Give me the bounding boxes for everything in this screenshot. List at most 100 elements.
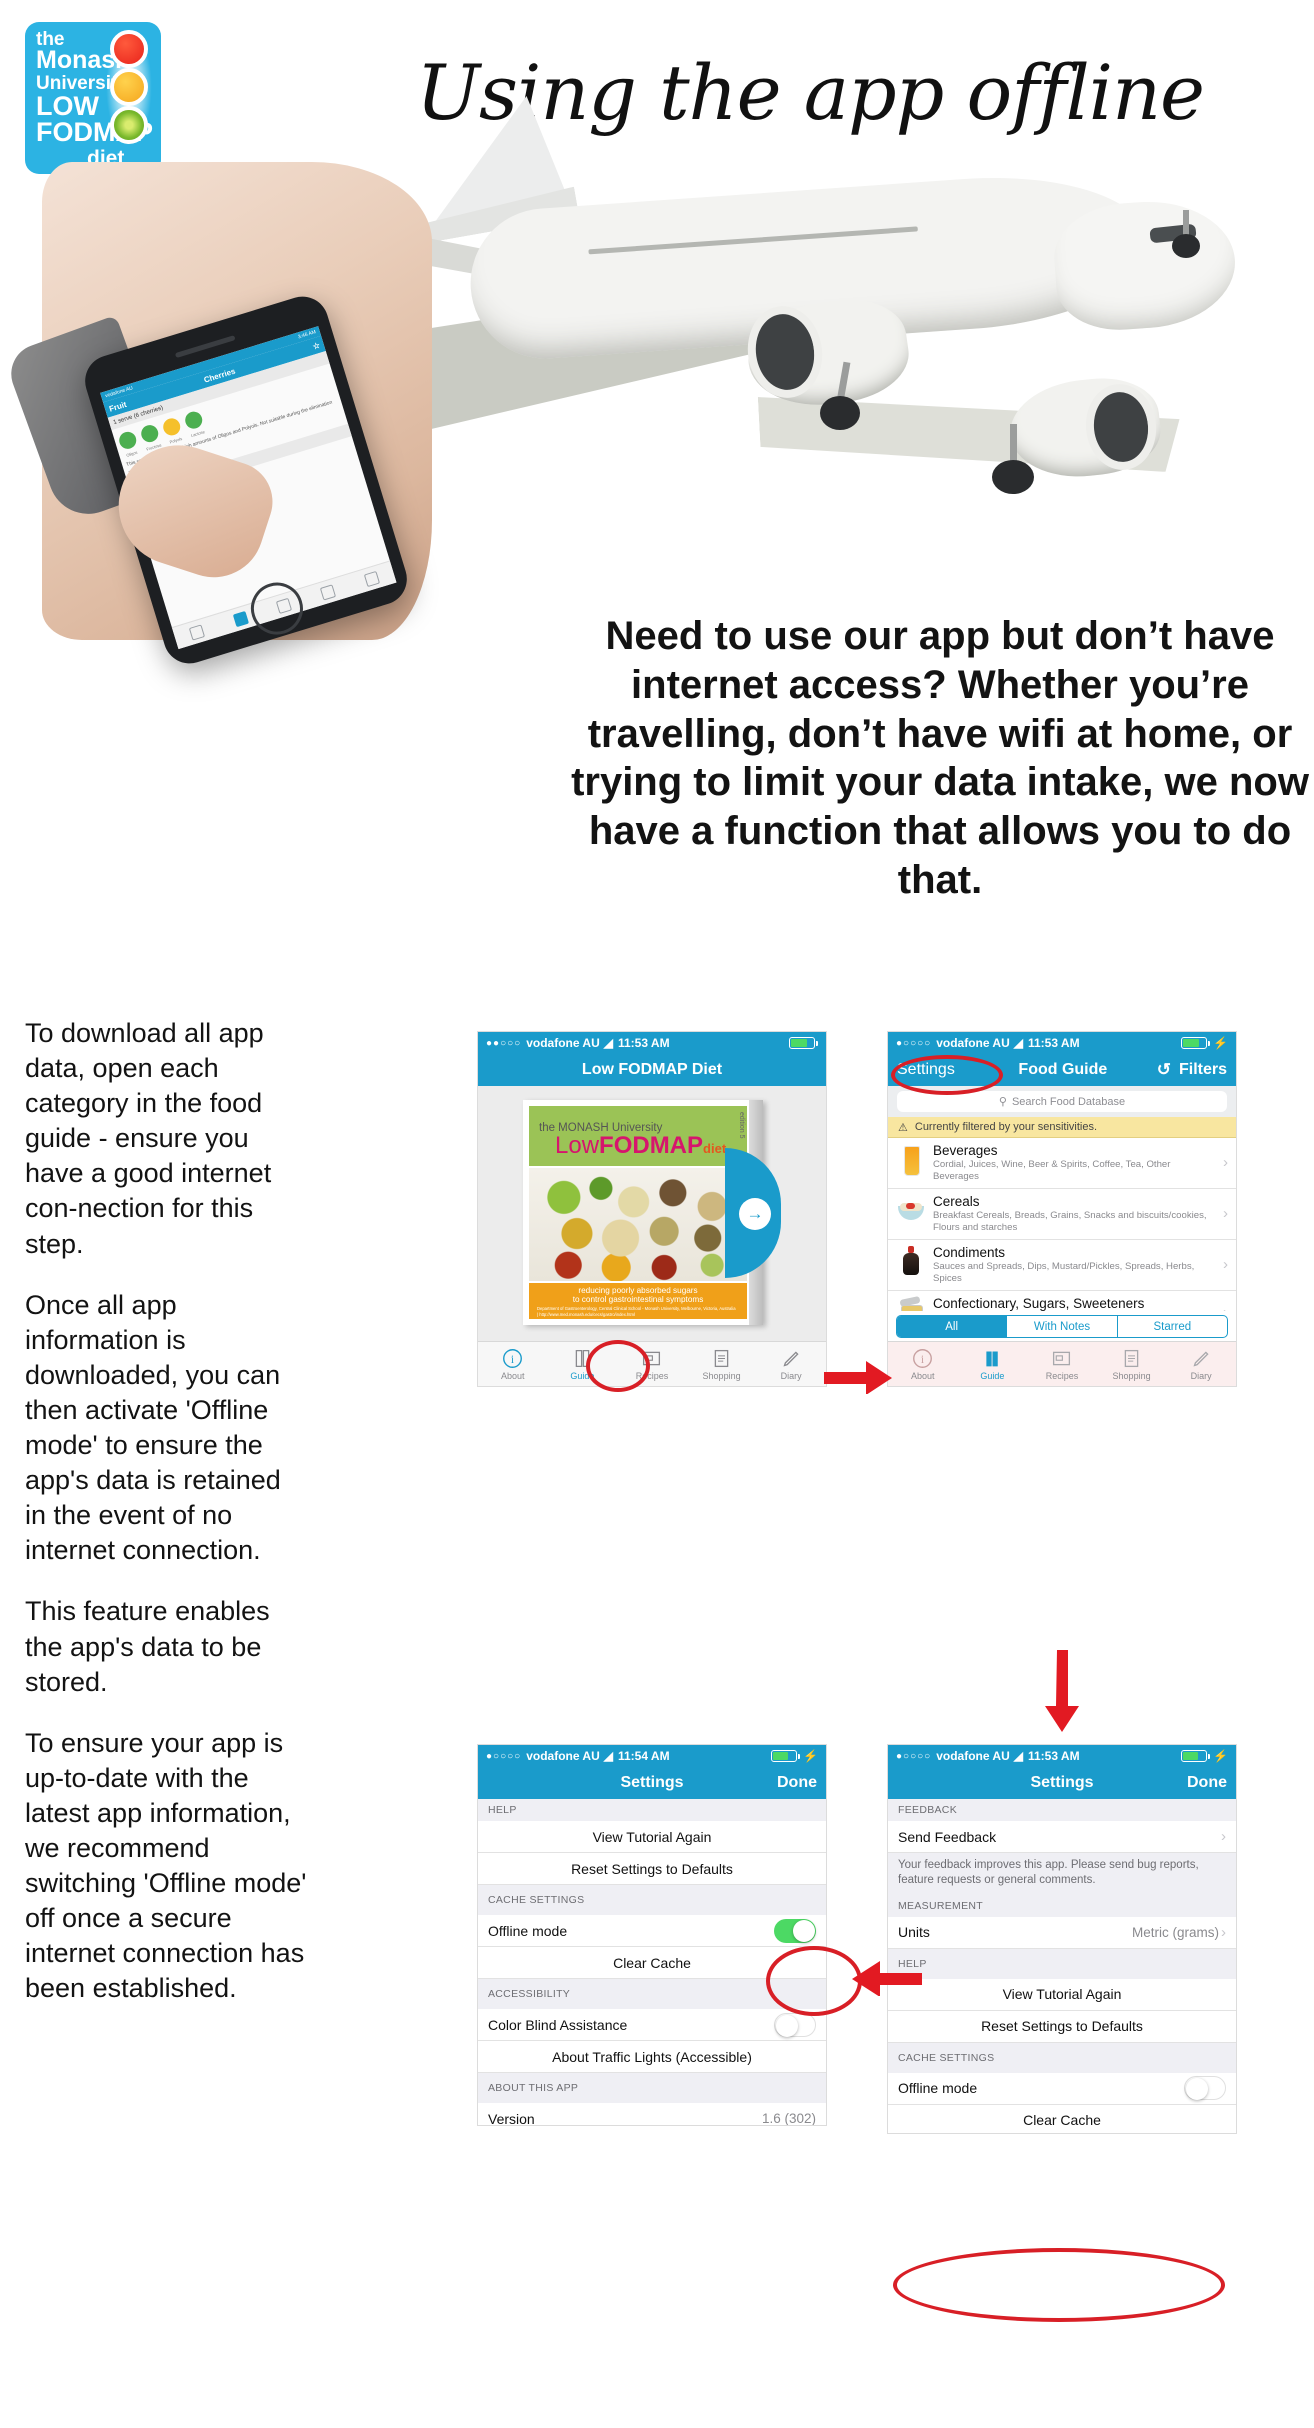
search-input[interactable]: ⚲ Search Food Database — [897, 1091, 1227, 1112]
carrier-label: vodafone AU — [936, 1036, 1010, 1050]
clock-label: 11:53 AM — [1028, 1036, 1080, 1050]
tab-label-shopping: Shopping — [702, 1370, 741, 1381]
section-header-help: HELP — [888, 1948, 1236, 1979]
nav-title: Low FODMAP Diet — [581, 1061, 723, 1078]
book-cover[interactable]: the MONASH University LowFODMAPdiet edit… — [523, 1100, 781, 1325]
pencil-icon — [783, 1350, 799, 1367]
search-bar[interactable]: ⚲ Search Food Database — [888, 1086, 1236, 1117]
category-desc: Cordial, Juices, Wine, Beer & Spirits, C… — [933, 1159, 1171, 1182]
refresh-icon[interactable]: ↺ — [1157, 1060, 1171, 1080]
category-desc: Sauces and Spreads, Dips, Mustard/Pickle… — [933, 1260, 1195, 1284]
nav-bar: Settings Done — [888, 1767, 1236, 1799]
list-icon — [1124, 1349, 1139, 1367]
tab-about[interactable]: i About — [888, 1342, 958, 1386]
tab-recipes[interactable]: Recipes — [617, 1342, 687, 1386]
book-title-band: the MONASH University LowFODMAPdiet edit… — [529, 1106, 747, 1166]
search-placeholder: Search Food Database — [1011, 1095, 1126, 1108]
segment-all[interactable]: All — [897, 1316, 1008, 1337]
row-label-version: Version — [488, 2110, 535, 2126]
row-about-traffic-lights[interactable]: About Traffic Lights (Accessible) — [478, 2041, 826, 2073]
wifi-icon: ◢ — [1013, 1749, 1023, 1763]
offline-mode-toggle[interactable] — [1184, 2076, 1226, 2101]
book-edition: edition 5 — [738, 1112, 745, 1139]
row-view-tutorial-again[interactable]: View Tutorial Again — [888, 1978, 1236, 2011]
status-bar: ●○○○○ vodafone AU ◢ 11:53 AM ⚡ — [888, 1032, 1236, 1054]
feedback-note: Your feedback improves this app. Please … — [888, 1853, 1236, 1895]
traffic-light-red-icon — [110, 30, 148, 68]
juice-glass-icon — [897, 1143, 925, 1177]
row-reset-settings[interactable]: Reset Settings to Defaults — [888, 2010, 1236, 2043]
row-units[interactable]: Units Metric (grams) › — [888, 1916, 1236, 1949]
plane-landing-gear-wheel — [820, 396, 860, 430]
tab-bar[interactable]: i About Guide Recipes Shopping Diary — [478, 1341, 826, 1386]
status-bar: ●○○○○ vodafone AU ◢ 11:54 AM ⚡ — [478, 1745, 826, 1767]
battery-icon — [771, 1750, 798, 1762]
info-circle-icon — [188, 623, 206, 641]
recipes-icon — [643, 1351, 661, 1365]
row-view-tutorial-again[interactable]: View Tutorial Again — [478, 1821, 826, 1853]
chevron-right-icon: › — [1223, 1205, 1228, 1223]
segment-with-notes[interactable]: With Notes — [1007, 1316, 1118, 1337]
tab-shopping[interactable]: Shopping — [687, 1342, 757, 1386]
list-item[interactable]: Condiments Sauces and Spreads, Dips, Mus… — [888, 1239, 1236, 1291]
tab-shopping[interactable]: Shopping — [1097, 1342, 1167, 1386]
category-title: Condiments — [933, 1244, 1006, 1260]
nav-title: Settings — [1030, 1774, 1094, 1791]
tab-diary[interactable]: Diary — [756, 1342, 826, 1386]
screenshot-settings-offline-off: ●○○○○ vodafone AU ◢ 11:53 AM ⚡ Settings … — [888, 1745, 1236, 2133]
signal-dots-icon: ●○○○○ — [486, 1750, 522, 1762]
svg-text:i: i — [921, 1353, 924, 1365]
offline-mode-toggle[interactable] — [774, 1918, 816, 1943]
row-color-blind-assistance[interactable]: Color Blind Assistance — [478, 2009, 826, 2041]
row-label-offline-mode: Offline mode — [488, 1922, 568, 1939]
tab-diary[interactable]: Diary — [1166, 1342, 1236, 1386]
phone-nav-actions[interactable]: ☆ — [311, 340, 320, 351]
list-icon — [714, 1349, 729, 1367]
page-title: Using the app offline — [415, 48, 1205, 137]
segment-starred[interactable]: Starred — [1118, 1316, 1227, 1337]
tab-bar[interactable]: i About Guide Recipes Shopping Diary — [888, 1341, 1236, 1386]
filter-warning-text: Currently filtered by your sensitivities… — [914, 1121, 1098, 1133]
segmented-control[interactable]: All With Notes Starred — [888, 1311, 1236, 1342]
cereal-bowl-icon — [897, 1194, 925, 1228]
instructions-column: To download all app data, open each cate… — [25, 1016, 307, 2032]
category-title: Beverages — [933, 1143, 998, 1158]
wifi-icon: ◢ — [1013, 1036, 1023, 1050]
done-button[interactable]: Done — [1155, 1774, 1227, 1792]
tab-guide[interactable]: Guide — [548, 1342, 618, 1386]
tab-about[interactable]: i About — [478, 1342, 548, 1386]
instruction-step-2: Once all app information is downloaded, … — [25, 1289, 281, 1566]
row-clear-cache[interactable]: Clear Cache — [888, 2104, 1236, 2133]
filters-button[interactable]: Filters — [1179, 1061, 1227, 1079]
warning-triangle-icon: ⚠ — [898, 1121, 908, 1134]
phone-tab-shopping[interactable] — [303, 575, 353, 609]
done-button[interactable]: Done — [745, 1774, 817, 1792]
traffic-light-amber-icon — [110, 68, 148, 106]
settings-button[interactable]: Settings — [897, 1061, 969, 1079]
tab-recipes[interactable]: Recipes — [1027, 1342, 1097, 1386]
color-blind-toggle[interactable] — [774, 2012, 816, 2037]
tab-guide[interactable]: Guide — [958, 1342, 1028, 1386]
arrow-down-to-settings — [1045, 1650, 1079, 1732]
next-arrow-icon[interactable]: → — [739, 1198, 771, 1230]
phone-back-button[interactable]: Fruit — [108, 399, 128, 413]
row-send-feedback[interactable]: Send Feedback › — [888, 1821, 1236, 1853]
row-offline-mode[interactable]: Offline mode — [888, 2072, 1236, 2105]
phone-tab-diary[interactable] — [346, 561, 396, 595]
section-header-help: HELP — [478, 1799, 826, 1821]
chevron-right-icon: › — [1221, 1923, 1226, 1941]
book-cover-photo — [529, 1168, 747, 1281]
list-item[interactable]: Cereals Breakfast Cereals, Breads, Grain… — [888, 1188, 1236, 1240]
signal-dots-icon: ●●○○○ — [486, 1037, 522, 1049]
book-strapline-2: to control gastrointestinal symptoms — [572, 1295, 704, 1304]
pencil-icon — [1193, 1350, 1209, 1367]
list-item[interactable]: Beverages Cordial, Juices, Wine, Beer & … — [888, 1138, 1236, 1189]
tab-label-recipes: Recipes — [635, 1370, 669, 1381]
guide-cover-area: the MONASH University LowFODMAPdiet edit… — [478, 1086, 826, 1342]
row-clear-cache[interactable]: Clear Cache — [478, 1947, 826, 1979]
row-offline-mode[interactable]: Offline mode — [478, 1915, 826, 1947]
section-header-cache-settings: CACHE SETTINGS — [888, 2042, 1236, 2073]
book-icon — [986, 1351, 998, 1366]
row-reset-settings[interactable]: Reset Settings to Defaults — [478, 1853, 826, 1885]
phone-tab-about[interactable] — [172, 615, 222, 649]
